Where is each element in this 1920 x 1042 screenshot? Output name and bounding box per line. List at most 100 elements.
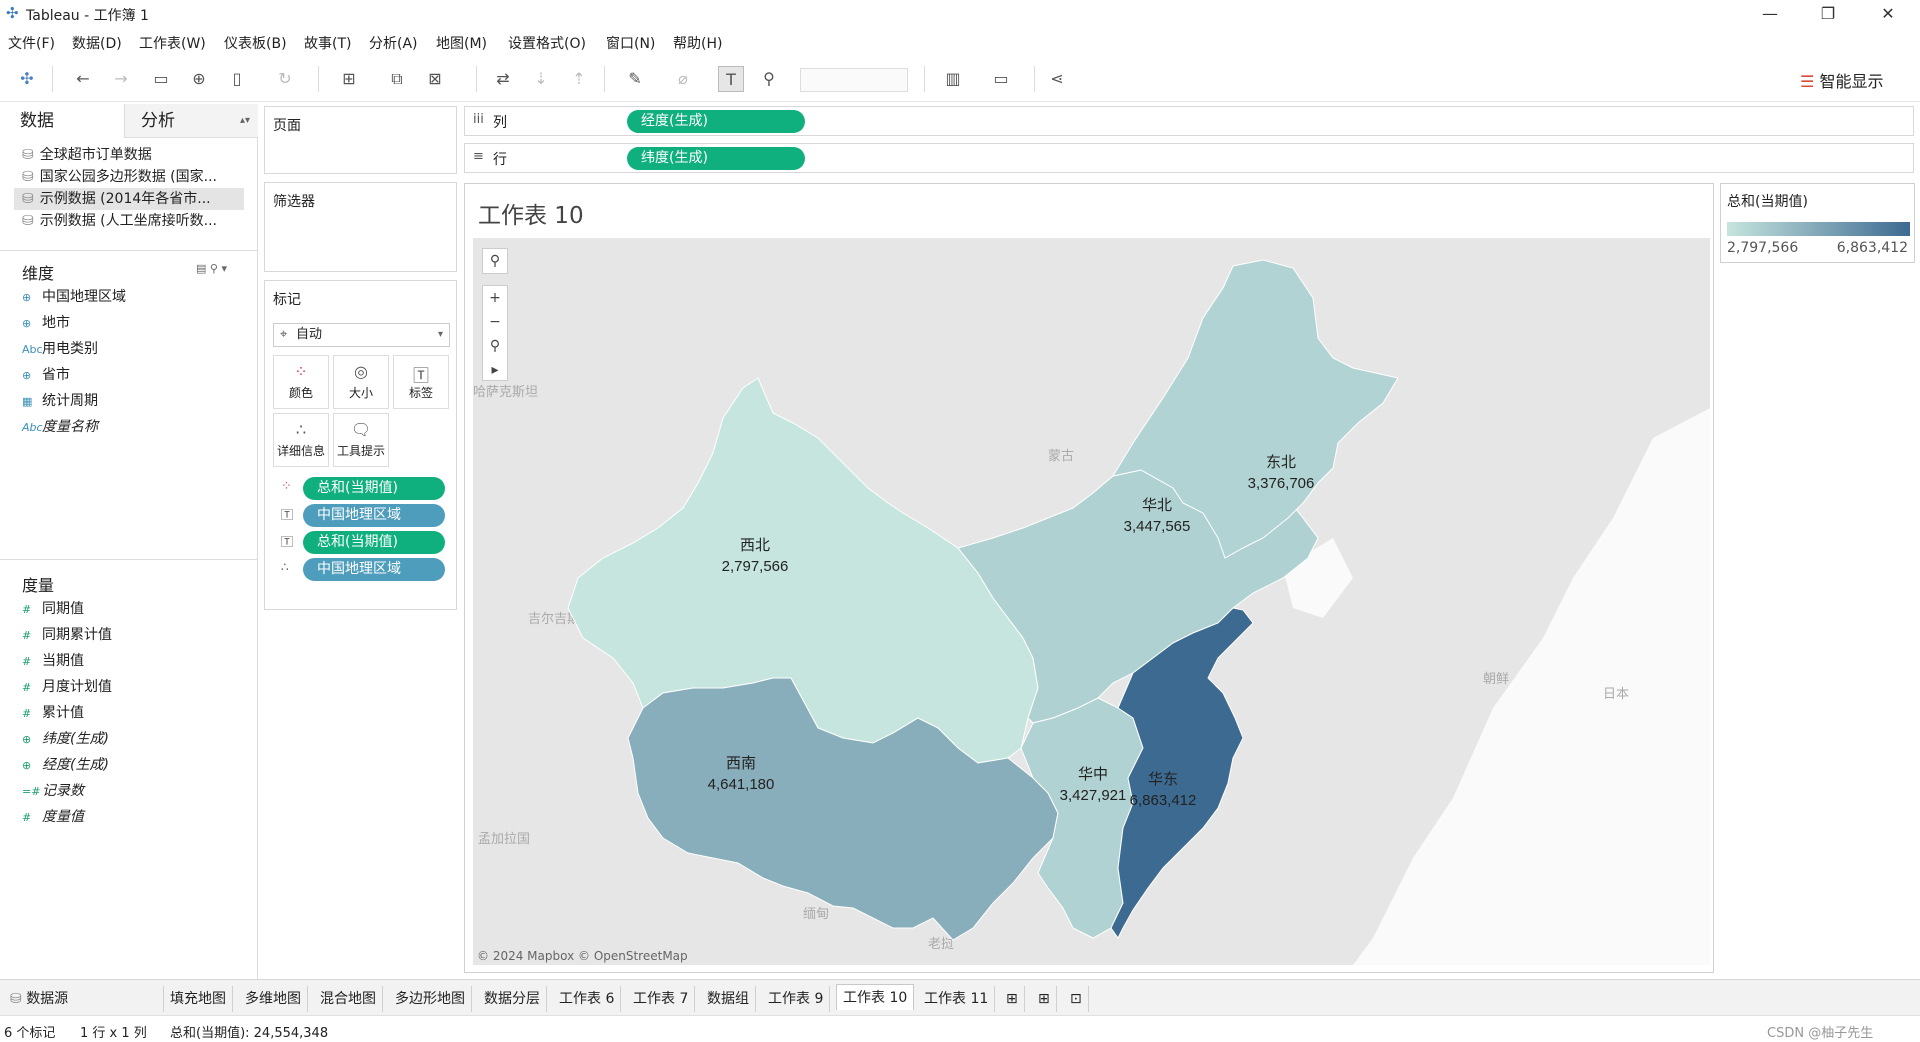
mark-type-dropdown[interactable]: ⌖ 自动 ▾ <box>273 323 450 347</box>
filters-shelf[interactable]: 筛选器 <box>264 182 457 272</box>
tableau-home-icon[interactable]: ✣ <box>14 66 40 92</box>
marks-label: 标记 <box>273 292 301 308</box>
geo-icon: ⊕ <box>22 733 32 746</box>
refresh-icon[interactable]: ↻ <box>272 66 298 92</box>
rows-pill[interactable]: 纬度(生成) <box>627 147 805 170</box>
undo-icon[interactable]: ← <box>70 66 96 92</box>
sheet-tab[interactable]: 数据分层 <box>478 986 547 1012</box>
measure-field[interactable]: ⊕ 纬度(生成) <box>22 728 109 750</box>
view-options-icon[interactable]: ▤ ⚲ ▾ <box>196 262 227 275</box>
datasource-item-active[interactable]: ⛁ 示例数据 (2014年各省市... <box>14 188 244 210</box>
measure-field[interactable]: # 当期值 <box>22 650 84 672</box>
map-toolbar-expand-icon[interactable]: ▸ <box>483 358 507 382</box>
share-icon[interactable]: ⋖ <box>1044 66 1070 92</box>
size-icon: ◎ <box>354 362 368 381</box>
clear-sheet-icon[interactable]: ⊠ <box>422 66 448 92</box>
menu-format[interactable]: 设置格式(O) <box>508 33 586 53</box>
measure-field[interactable]: =# 记录数 <box>22 780 84 802</box>
menu-dashboard[interactable]: 仪表板(B) <box>224 33 287 53</box>
tab-analysis[interactable]: 分析 ▴▾ <box>124 104 258 138</box>
show-cards-icon[interactable]: ▥ <box>940 66 966 92</box>
zoom-out-icon[interactable]: − <box>483 310 507 334</box>
sheet-tab[interactable]: 数据组 <box>701 986 756 1012</box>
dimension-field[interactable]: ⊕ 省市 <box>22 364 70 386</box>
pause-updates-icon[interactable]: ▯ <box>224 66 250 92</box>
dimension-field[interactable]: ▦ 统计周期 <box>22 390 98 412</box>
new-datasource-icon[interactable]: ⊕ <box>186 66 212 92</box>
sheet-tab[interactable]: 工作表 6 <box>553 986 622 1012</box>
menu-window[interactable]: 窗口(N) <box>606 33 655 53</box>
sheet-tab[interactable]: 混合地图 <box>314 986 383 1012</box>
database-icon: ⛁ <box>22 147 34 163</box>
size-button[interactable]: ◎ 大小 <box>333 355 389 409</box>
mark-pill-label[interactable]: 总和(当期值) <box>303 531 445 554</box>
dimension-field[interactable]: Abc用电类别 <box>22 338 98 360</box>
columns-shelf[interactable]: iii 列 经度(生成) <box>464 106 1914 136</box>
map-search-icon[interactable]: ⚲ <box>482 248 508 274</box>
fit-dropdown[interactable] <box>800 68 908 92</box>
presentation-mode-icon[interactable]: ▭ <box>988 66 1014 92</box>
rows-shelf[interactable]: ≡ 行 纬度(生成) <box>464 143 1914 173</box>
menu-data[interactable]: 数据(D) <box>72 33 122 53</box>
measure-field[interactable]: # 累计值 <box>22 702 84 724</box>
menu-worksheet[interactable]: 工作表(W) <box>139 33 206 53</box>
menu-map[interactable]: 地图(M) <box>436 33 487 53</box>
measure-field[interactable]: # 度量值 <box>22 806 84 828</box>
tab-datasource[interactable]: ⛁ 数据源 <box>4 986 164 1012</box>
save-icon[interactable]: ▭ <box>148 66 174 92</box>
measure-field[interactable]: # 同期值 <box>22 598 84 620</box>
dimension-field[interactable]: Abc度量名称 <box>22 416 98 438</box>
sort-asc-icon[interactable]: ⇣ <box>528 66 554 92</box>
datasource-item[interactable]: ⛁ 示例数据 (人工坐席接听数... <box>22 210 248 232</box>
new-story-tab-icon[interactable]: ⊡ <box>1064 986 1089 1012</box>
group-icon[interactable]: ⌀ <box>670 66 696 92</box>
measure-field[interactable]: # 同期累计值 <box>22 624 112 646</box>
duplicate-sheet-icon[interactable]: ⧉ <box>384 66 410 92</box>
datasource-item[interactable]: ⛁ 国家公园多边形数据 (国家... <box>22 166 248 188</box>
show-labels-icon[interactable]: T <box>718 66 744 92</box>
zoom-in-icon[interactable]: + <box>483 286 507 310</box>
restore-icon[interactable]: ❐ <box>1800 0 1856 28</box>
new-dashboard-tab-icon[interactable]: ⊞ <box>1032 986 1057 1012</box>
sheet-tab[interactable]: 工作表 9 <box>762 986 831 1012</box>
sheet-tab[interactable]: 填充地图 <box>164 986 233 1012</box>
label-button[interactable]: 🅃 标签 <box>393 355 449 409</box>
sheet-tab-active[interactable]: 工作表 10 <box>836 984 915 1010</box>
measure-field[interactable]: ⊕ 经度(生成) <box>22 754 109 776</box>
sheet-tab[interactable]: 多维地图 <box>239 986 308 1012</box>
color-legend[interactable]: 总和(当期值) 2,797,566 6,863,412 <box>1720 183 1915 263</box>
sheet-tab[interactable]: 多边形地图 <box>389 986 472 1012</box>
highlight-icon[interactable]: ✎ <box>622 66 648 92</box>
mark-pill-label[interactable]: 中国地理区域 <box>303 504 445 527</box>
map-view[interactable]: 哈萨克斯坦 蒙古 中国 朝鲜 日本 孟加拉国 吉尔吉斯斯坦 不丹 缅甸 老挝 西… <box>473 238 1710 965</box>
smart-show-button[interactable]: ☰ 智能显示 <box>1800 68 1883 92</box>
new-worksheet-tab-icon[interactable]: ⊞ <box>1000 986 1025 1012</box>
tooltip-button[interactable]: 🗨 工具提示 <box>333 413 389 467</box>
fix-axes-icon[interactable]: ⚲ <box>756 66 782 92</box>
sheet-tab[interactable]: 工作表 11 <box>918 986 996 1012</box>
pages-shelf[interactable]: 页面 <box>264 106 457 174</box>
color-button[interactable]: ⁘ 颜色 <box>273 355 329 409</box>
columns-pill[interactable]: 经度(生成) <box>627 110 805 133</box>
menu-story[interactable]: 故事(T) <box>304 33 351 53</box>
swap-icon[interactable]: ⇄ <box>490 66 516 92</box>
sort-desc-icon[interactable]: ⇡ <box>566 66 592 92</box>
pin-map-icon[interactable]: ⚲ <box>483 334 507 358</box>
dimension-field[interactable]: ⊕ 地市 <box>22 312 70 334</box>
datasource-item[interactable]: ⛁ 全球超市订单数据 <box>22 144 248 166</box>
dimension-field[interactable]: ⊕ 中国地理区域 <box>22 286 126 308</box>
mark-pill-color[interactable]: 总和(当期值) <box>303 477 445 500</box>
sheet-tab[interactable]: 工作表 7 <box>627 986 696 1012</box>
minimize-icon[interactable]: — <box>1742 0 1798 28</box>
menu-help[interactable]: 帮助(H) <box>673 33 722 53</box>
tab-data[interactable]: 数据 <box>0 104 124 138</box>
menu-analysis[interactable]: 分析(A) <box>369 33 418 53</box>
redo-icon[interactable]: → <box>108 66 134 92</box>
menu-file[interactable]: 文件(F) <box>8 33 55 53</box>
close-icon[interactable]: ✕ <box>1860 0 1916 28</box>
map-zoom-controls: + − ⚲ ▸ <box>482 285 508 381</box>
new-worksheet-icon[interactable]: ⊞ <box>336 66 362 92</box>
detail-button[interactable]: ∴ 详细信息 <box>273 413 329 467</box>
mark-pill-detail[interactable]: 中国地理区域 <box>303 558 445 581</box>
measure-field[interactable]: # 月度计划值 <box>22 676 112 698</box>
